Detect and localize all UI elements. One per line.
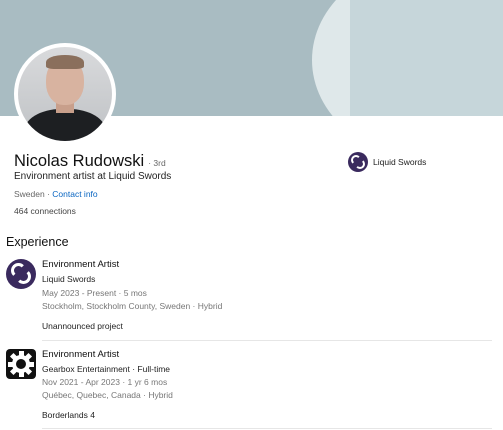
experience-divider <box>42 428 492 429</box>
gearbox-logo-icon[interactable] <box>6 349 36 379</box>
experience-location: Québec, Quebec, Canada · Hybrid <box>42 390 173 400</box>
experience-section-title: Experience <box>6 235 69 249</box>
contact-info-link[interactable]: Contact info <box>52 189 97 199</box>
profile-headline: Environment artist at Liquid Swords <box>14 171 172 182</box>
name-row: Nicolas Rudowski · 3rd <box>14 152 166 171</box>
current-company-link[interactable]: Liquid Swords <box>348 152 426 172</box>
photo-hair <box>46 55 84 69</box>
experience-item[interactable]: Environment Artist Liquid Swords May 202… <box>6 259 496 339</box>
experience-dates: May 2023 - Present · 5 mos <box>42 288 147 298</box>
liquid-swords-logo-icon <box>348 152 368 172</box>
location-row: Sweden · Contact info <box>14 189 98 199</box>
photo-body <box>24 109 106 141</box>
profile-name: Nicolas Rudowski <box>14 152 145 170</box>
experience-title: Environment Artist <box>42 259 120 270</box>
liquid-swords-logo-icon[interactable] <box>6 259 36 289</box>
current-company-name: Liquid Swords <box>373 157 427 167</box>
connection-degree: · 3rd <box>148 158 166 168</box>
experience-title: Environment Artist <box>42 349 120 360</box>
experience-item[interactable]: Environment Artist Gearbox Entertainment… <box>6 349 496 427</box>
connections-count[interactable]: 464 connections <box>14 206 76 216</box>
profile-photo <box>18 47 112 141</box>
experience-divider <box>42 340 492 341</box>
experience-description: Unannounced project <box>42 321 123 331</box>
profile-avatar[interactable] <box>14 43 116 145</box>
experience-location: Stockholm, Stockholm County, Sweden · Hy… <box>42 301 223 311</box>
experience-company: Liquid Swords <box>42 274 96 284</box>
experience-description: Borderlands 4 <box>42 410 95 420</box>
experience-dates: Nov 2021 - Apr 2023 · 1 yr 6 mos <box>42 377 168 387</box>
banner-panel-shape <box>350 0 503 116</box>
experience-company: Gearbox Entertainment · Full-time <box>42 364 171 374</box>
profile-location: Sweden · <box>14 189 53 199</box>
